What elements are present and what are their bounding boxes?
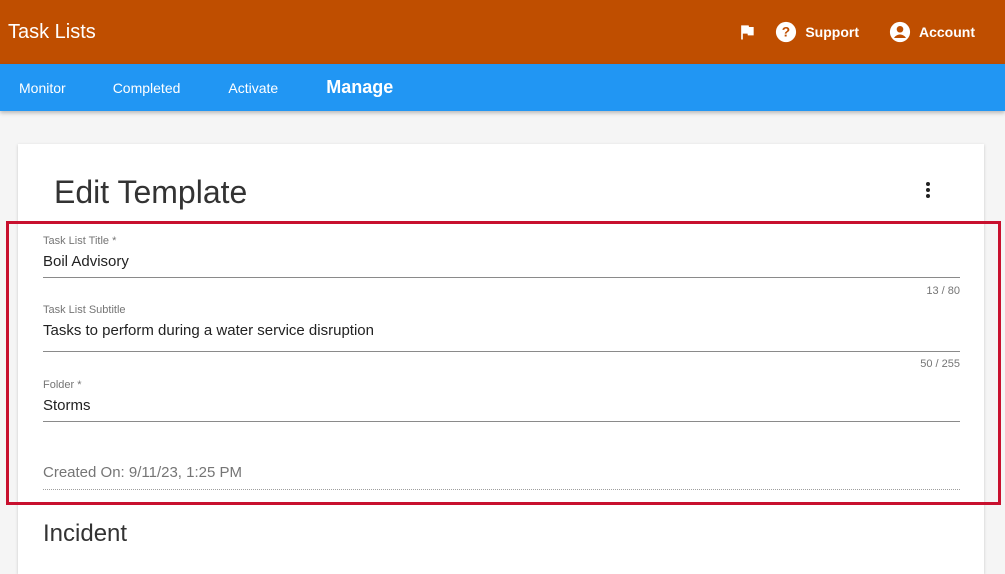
flag-button[interactable] — [727, 12, 767, 52]
account-button[interactable]: Account — [889, 21, 975, 43]
more-menu-button[interactable] — [916, 178, 940, 202]
more-vert-icon — [926, 182, 930, 198]
account-label: Account — [919, 24, 975, 40]
tab-activate[interactable]: Activate — [228, 80, 278, 96]
header-actions: ? Support Account — [727, 0, 1005, 64]
app-title: Task Lists — [8, 20, 96, 43]
page-title: Edit Template — [54, 174, 248, 210]
svg-text:?: ? — [782, 25, 790, 40]
incident-section-title: Incident — [43, 520, 128, 547]
tab-bar: Monitor Completed Activate Manage — [0, 64, 1005, 111]
tab-manage[interactable]: Manage — [326, 77, 393, 98]
support-label: Support — [805, 24, 859, 40]
help-circle-icon: ? — [775, 21, 797, 43]
flag-icon — [741, 25, 755, 40]
highlight-box — [6, 221, 1001, 505]
support-button[interactable]: ? Support — [775, 21, 859, 43]
tab-monitor[interactable]: Monitor — [19, 80, 66, 96]
tab-completed[interactable]: Completed — [113, 80, 181, 96]
account-circle-icon — [889, 21, 911, 43]
app-bar: Task Lists ? Support Account — [0, 0, 1005, 64]
